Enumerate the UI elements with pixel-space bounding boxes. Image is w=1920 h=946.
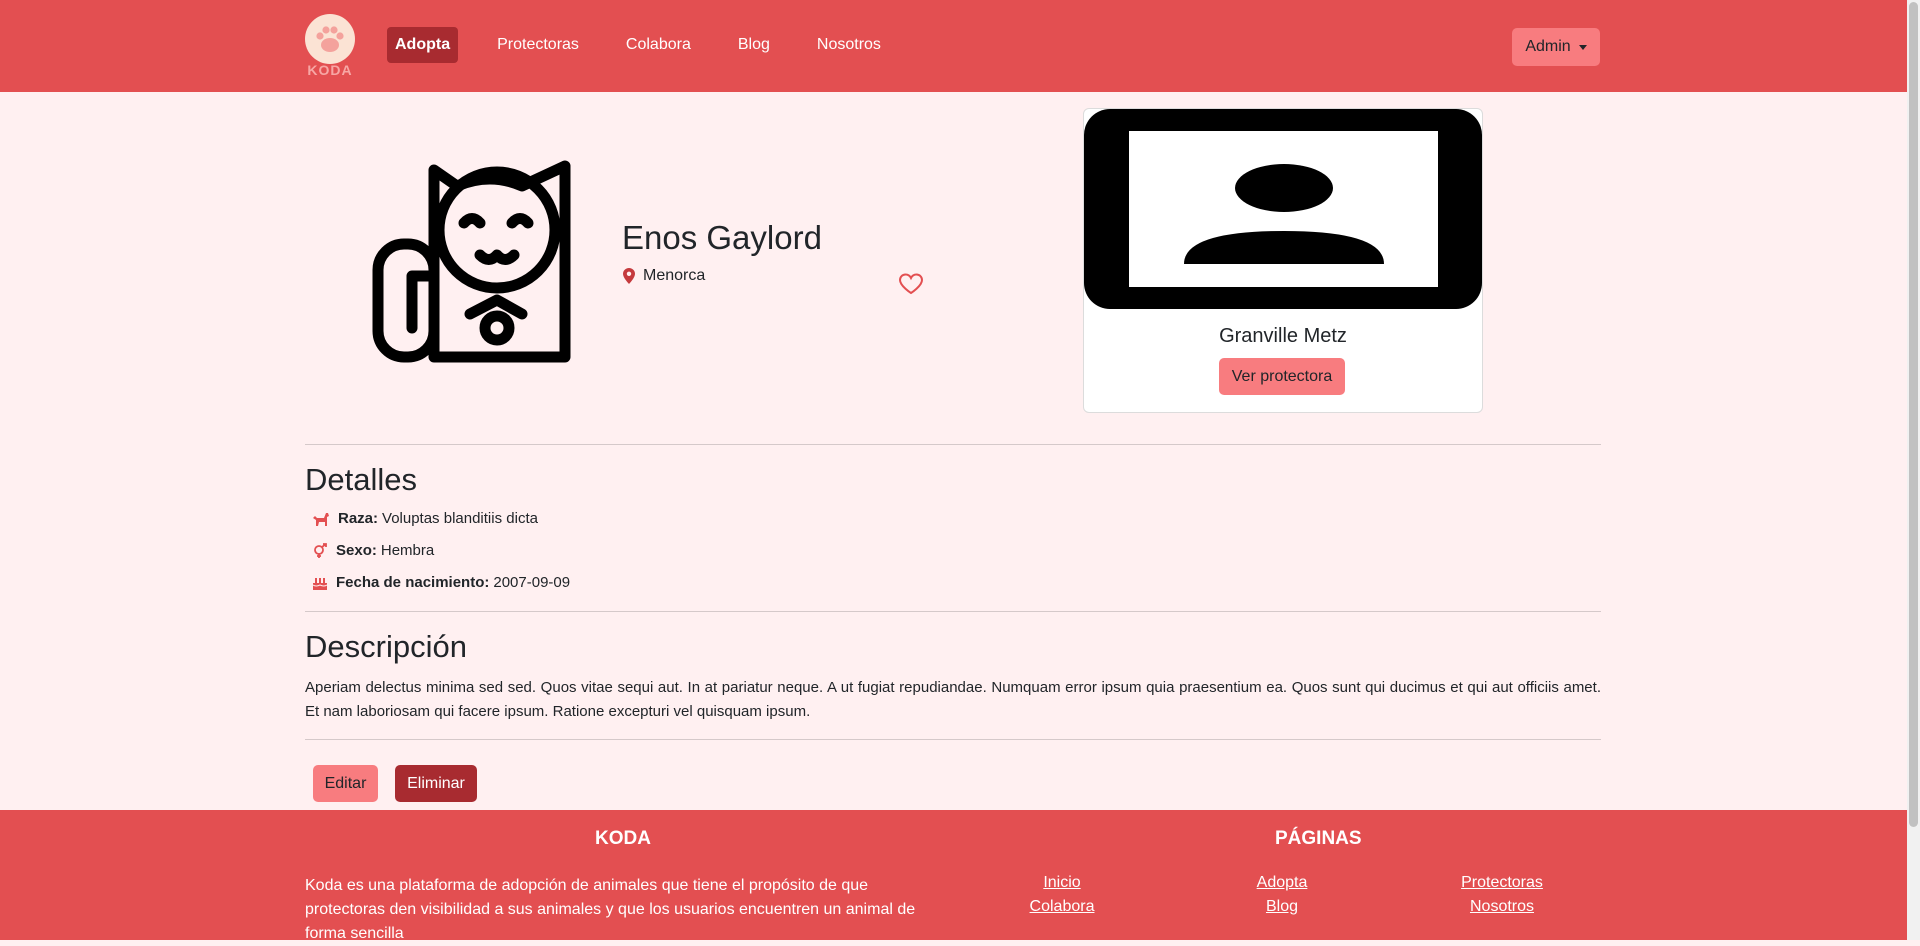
dog-icon [313, 512, 329, 526]
footer-link-inicio[interactable]: Inicio [1002, 874, 1122, 892]
nav-link-colabora[interactable]: Colabora [618, 27, 699, 63]
nav-link-blog[interactable]: Blog [730, 27, 778, 63]
description-heading: Descripción [305, 629, 467, 664]
footer-brand-title: KODA [595, 828, 651, 849]
heart-icon [898, 273, 924, 295]
cake-icon [312, 577, 328, 590]
caret-down-icon [1578, 44, 1587, 50]
footer-pages-title: PÁGINAS [1275, 828, 1362, 849]
location-text: Menorca [643, 267, 706, 284]
lucky-cat-icon [372, 160, 571, 363]
navbar: KODA Adopta Protectoras Colabora Blog No… [0, 0, 1907, 92]
details-heading: Detalles [305, 462, 417, 497]
footer: KODA Koda es una plataforma de adopción … [0, 810, 1907, 942]
nav-link-nosotros[interactable]: Nosotros [809, 27, 889, 63]
breed-label: Raza: [338, 510, 379, 527]
detail-breed: Raza: Voluptas blanditiis dicta [312, 510, 538, 527]
divider [305, 739, 1601, 740]
gender-icon [314, 542, 327, 558]
footer-link-nosotros[interactable]: Nosotros [1442, 898, 1562, 916]
nav-link-adopta[interactable]: Adopta [387, 27, 459, 63]
shelter-image-inner [1129, 131, 1438, 287]
detail-birthdate: Fecha de nacimiento: 2007-09-09 [312, 574, 570, 591]
sex-value: Hembra [380, 542, 435, 559]
main-nav: Adopta Protectoras Colabora Blog Nosotro… [387, 27, 920, 63]
footer-link-adopta[interactable]: Adopta [1222, 874, 1342, 892]
logo-text: KODA [307, 62, 353, 78]
admin-label: Admin [1525, 38, 1571, 55]
footer-link-blog[interactable]: Blog [1222, 898, 1342, 916]
favorite-heart-button[interactable] [898, 273, 924, 300]
description-text: Aperiam delectus minima sed sed. Quos vi… [305, 679, 1601, 720]
shelter-card: Granville Metz Ver protectora [1083, 108, 1483, 413]
footer-link-colabora[interactable]: Colabora [1002, 898, 1122, 916]
scrollbar-thumb[interactable] [1909, 2, 1918, 827]
divider [305, 444, 1601, 445]
view-shelter-button[interactable]: Ver protectora [1219, 358, 1345, 395]
detail-sex: Sexo: Hembra [312, 542, 434, 559]
page-scrollbar[interactable] [1907, 0, 1920, 940]
shelter-image [1084, 109, 1482, 309]
nav-link-protectoras[interactable]: Protectoras [489, 27, 587, 63]
admin-dropdown-button[interactable]: Admin [1512, 28, 1600, 66]
delete-button[interactable]: Eliminar [395, 765, 477, 802]
birthdate-value: 2007-09-09 [493, 574, 571, 591]
birthdate-label: Fecha de nacimiento: [336, 574, 490, 591]
footer-brand-text: Koda es una plataforma de adopción de an… [305, 877, 916, 942]
koda-logo[interactable] [305, 14, 355, 64]
shelter-name: Granville Metz [1219, 325, 1347, 347]
sex-label: Sexo: [336, 542, 377, 559]
paw-icon [316, 26, 344, 52]
pet-image [372, 158, 572, 363]
edit-button[interactable]: Editar [313, 765, 378, 802]
user-placeholder-icon [1184, 164, 1384, 264]
breed-value: Voluptas blanditiis dicta [382, 510, 538, 527]
footer-link-protectoras[interactable]: Protectoras [1442, 874, 1562, 892]
map-pin-icon [623, 268, 635, 284]
pet-location: Menorca [623, 267, 705, 285]
pet-name: Enos Gaylord [622, 219, 822, 256]
divider [305, 611, 1601, 612]
